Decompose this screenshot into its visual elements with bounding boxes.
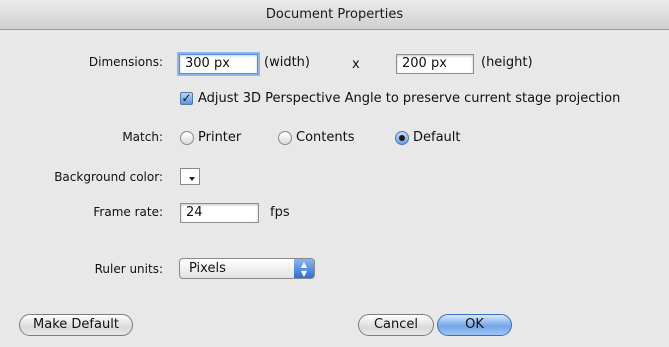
background-color-label: Background color: (54, 170, 163, 184)
ok-button[interactable]: OK (437, 314, 512, 336)
ruler-units-select[interactable]: Pixels ▲ ▼ (179, 258, 315, 279)
match-contents-radio[interactable] (278, 131, 292, 145)
frame-rate-unit: fps (270, 205, 290, 220)
background-color-swatch[interactable] (180, 168, 200, 185)
match-contents-label: Contents (296, 130, 355, 145)
cancel-button[interactable]: Cancel (358, 314, 434, 336)
match-printer-label: Printer (198, 130, 242, 145)
frame-rate-label: Frame rate: (93, 205, 163, 219)
width-caption: (width) (264, 55, 310, 70)
height-input[interactable]: 200 px (396, 54, 474, 74)
times-sign: x (352, 57, 360, 72)
match-printer-radio[interactable] (180, 131, 194, 145)
match-label: Match: (122, 130, 163, 144)
document-properties-dialog: Document Properties Dimensions: 300 px (… (0, 0, 669, 347)
make-default-button[interactable]: Make Default (19, 314, 133, 336)
adjust-3d-label: Adjust 3D Perspective Angle to preserve … (198, 91, 621, 106)
width-input[interactable]: 300 px (179, 54, 258, 74)
dimensions-label: Dimensions: (88, 55, 163, 69)
updown-arrows-icon: ▲ ▼ (294, 259, 314, 278)
checkmark-icon: ✓ (181, 91, 192, 105)
ruler-units-label: Ruler units: (94, 262, 163, 276)
height-caption: (height) (481, 55, 533, 70)
window-title: Document Properties (0, 0, 669, 30)
adjust-3d-checkbox[interactable]: ✓ (180, 92, 193, 105)
match-default-radio[interactable] (395, 131, 409, 145)
match-default-label: Default (413, 130, 461, 145)
dropdown-triangle-icon (189, 177, 195, 181)
ruler-units-value: Pixels (189, 261, 226, 276)
frame-rate-input[interactable]: 24 (180, 203, 259, 223)
